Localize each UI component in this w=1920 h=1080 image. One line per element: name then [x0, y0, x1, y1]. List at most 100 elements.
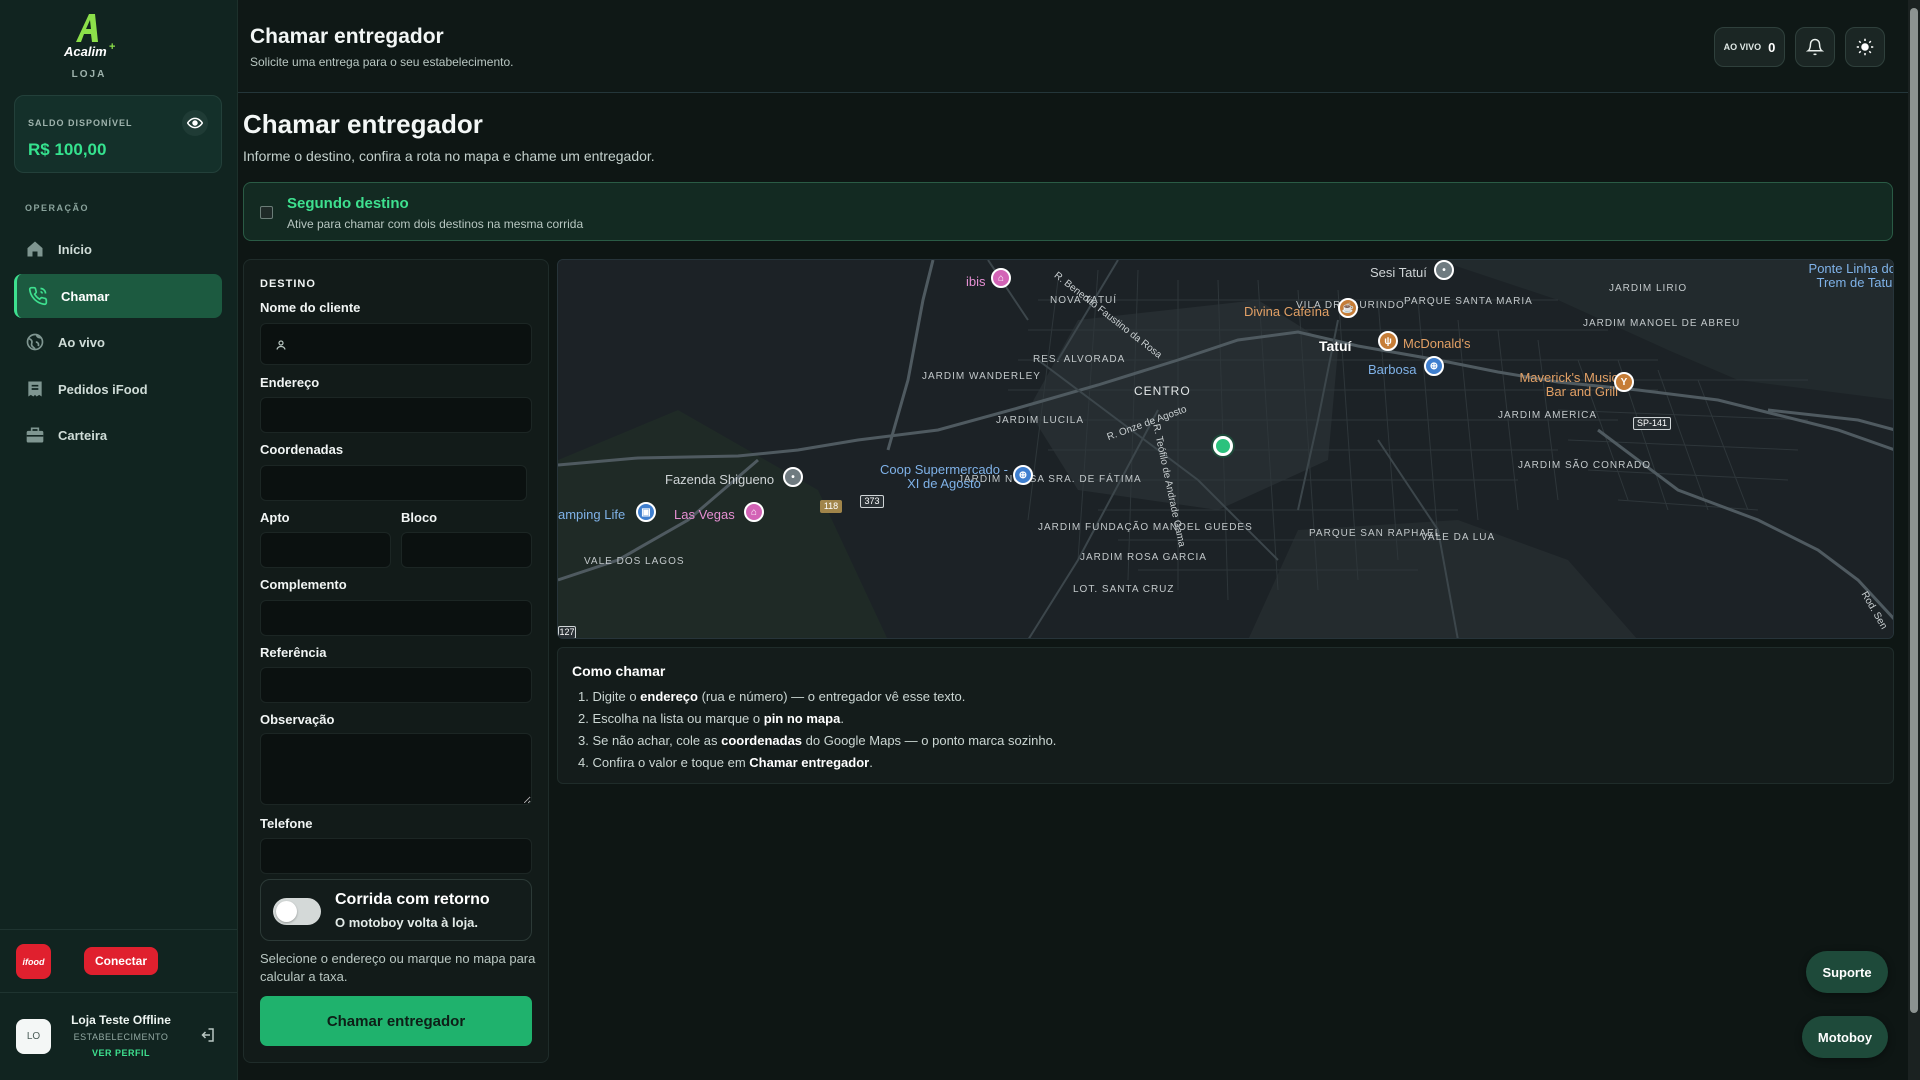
- map-area-label: JARDIM SÃO CONRADO: [1518, 460, 1652, 471]
- motoboy-button[interactable]: Motoboy: [1802, 1016, 1888, 1058]
- step-emphasis: endereço: [640, 689, 698, 704]
- sidebar-item-carteira[interactable]: Carteira: [14, 413, 222, 457]
- step-text: Se não achar, cole as: [592, 733, 722, 748]
- hotel-icon[interactable]: ⌂: [991, 268, 1011, 288]
- poi-label: Sesi Tatuí: [1370, 265, 1427, 280]
- sun-icon[interactable]: [1845, 27, 1885, 67]
- page-title: Chamar entregador: [250, 25, 444, 48]
- step-text: Digite o: [592, 689, 641, 704]
- globe-icon: [24, 331, 46, 353]
- map-pin-icon[interactable]: •: [1434, 260, 1454, 280]
- restaurant-icon[interactable]: ψ: [1378, 331, 1398, 351]
- shopping-cart-icon[interactable]: ⊕: [1424, 356, 1444, 376]
- route-shield: SP-141: [1633, 417, 1671, 430]
- coordinates-input[interactable]: [260, 465, 527, 501]
- sidebar-item-pedidos-ifood[interactable]: Pedidos iFood: [14, 367, 222, 411]
- sidebar-item-label: Ao vivo: [58, 334, 105, 350]
- coffee-icon[interactable]: ☕: [1338, 298, 1358, 318]
- eye-icon[interactable]: [182, 110, 208, 136]
- acalim-logo[interactable]: Acalim +: [62, 12, 122, 62]
- poi-label: McDonald's: [1403, 336, 1471, 351]
- destination-form: DESTINO Nome do cliente Endereço Coorden…: [243, 259, 549, 1063]
- connect-ifood-button[interactable]: Conectar: [84, 947, 158, 975]
- sidebar-divider: [0, 992, 237, 993]
- step-text: (rua e número) — o entregador vê esse te…: [697, 689, 966, 704]
- step-emphasis: coordenadas: [721, 733, 803, 748]
- map-area-label: JARDIM WANDERLEY: [922, 371, 1041, 382]
- map-pin-icon[interactable]: •: [783, 467, 803, 487]
- second-destination-panel[interactable]: Segundo destino Ative para chamar com do…: [243, 182, 1893, 241]
- map-area-label: PARQUE SAN RAPHAEL: [1309, 528, 1442, 539]
- sidebar-item-chamar[interactable]: Chamar: [14, 274, 222, 318]
- block-label: Bloco: [401, 510, 438, 525]
- return-trip-toggle-card[interactable]: Corrida com retorno O motoboy volta à lo…: [260, 879, 532, 941]
- map-area-label: JARDIM FUNDAÇÃO MANOEL GUEDES: [1038, 522, 1252, 533]
- note-textarea[interactable]: [260, 733, 532, 805]
- page-subtitle: Solicite uma entrega para o seu estabele…: [250, 55, 514, 69]
- selected-location-marker[interactable]: [1213, 436, 1233, 456]
- poi-label: Ponte Linha do Trem de Tatuí: [1808, 261, 1894, 290]
- map-area-label: JARDIM MANOEL DE ABREU: [1583, 318, 1741, 329]
- step-text: Confira o valor e toque em: [592, 755, 750, 770]
- shopping-cart-icon[interactable]: ⊕: [1013, 465, 1033, 485]
- view-profile-link[interactable]: VER PERFIL: [60, 1048, 182, 1058]
- lock-icon[interactable]: ▣: [636, 502, 656, 522]
- user-name: Loja Teste Offline: [71, 1013, 171, 1027]
- logo-subtitle: LOJA: [71, 69, 107, 80]
- phone-icon: [27, 285, 49, 307]
- top-header: Chamar entregador Solicite uma entrega p…: [238, 0, 1908, 93]
- map-area-label: VALE DA LUA: [1421, 532, 1496, 543]
- customer-name-input[interactable]: [260, 323, 532, 365]
- route-shield: 373: [860, 495, 884, 508]
- return-trip-toggle[interactable]: [273, 898, 321, 925]
- map-area-label: JARDIM LUCILA: [996, 415, 1085, 426]
- call-courier-button[interactable]: Chamar entregador: [260, 996, 532, 1046]
- bar-icon[interactable]: Y: [1614, 372, 1634, 392]
- balance-card: SALDO DISPONÍVEL R$ 100,00: [14, 95, 222, 173]
- phone-input[interactable]: [260, 838, 532, 874]
- complement-input[interactable]: [260, 600, 532, 636]
- map-area-label: PARQUE SANTA MARIA: [1404, 296, 1533, 307]
- bell-icon[interactable]: [1795, 27, 1835, 67]
- svg-text:Acalim: Acalim: [63, 44, 107, 59]
- toggle-knob: [276, 901, 297, 922]
- user-icon: [275, 338, 287, 356]
- reference-input[interactable]: [260, 667, 532, 703]
- sidebar-item-label: Chamar: [61, 288, 110, 304]
- apt-input[interactable]: [260, 532, 391, 568]
- live-counter-button[interactable]: AO VIVO 0: [1714, 27, 1785, 67]
- poi-label: Divina Cafeína: [1244, 304, 1330, 319]
- balance-value: R$ 100,00: [28, 140, 107, 159]
- address-input[interactable]: [260, 397, 532, 433]
- second-destination-description: Ative para chamar com dois destinos na m…: [287, 217, 584, 231]
- briefcase-icon: [24, 424, 46, 446]
- live-label: AO VIVO: [1723, 42, 1762, 52]
- poi-label: Coop Supermercado - XI de Agosto: [880, 462, 1008, 491]
- scrollbar-thumb[interactable]: [1910, 8, 1918, 1013]
- second-destination-checkbox[interactable]: [260, 206, 273, 219]
- sidebar-item-label: Carteira: [58, 427, 108, 443]
- ifood-logo: ifood: [16, 944, 51, 979]
- sidebar-item-inicio[interactable]: Início: [14, 227, 222, 271]
- support-button[interactable]: Suporte: [1806, 951, 1888, 993]
- map-area-label: JARDIM LIRIO: [1609, 283, 1688, 294]
- map-area-label: JARDIM AMERICA: [1498, 410, 1598, 421]
- return-trip-title: Corrida com retorno: [335, 891, 490, 908]
- block-input[interactable]: [401, 532, 532, 568]
- poi-label: Fazenda Shigueno: [665, 472, 775, 487]
- map-area-label: VALE DOS LAGOS: [584, 556, 685, 567]
- hotel-icon[interactable]: ⌂: [744, 502, 764, 522]
- main-title: Chamar entregador: [243, 109, 483, 139]
- reference-label: Referência: [260, 645, 327, 660]
- step-text: Escolha na lista ou marque o: [592, 711, 764, 726]
- map-area-label: LOT. SANTA CRUZ: [1073, 584, 1175, 595]
- step-text: .: [869, 755, 873, 770]
- route-map[interactable]: NOVA TATUÍ VILA DR LAURINDO PARQUE SANTA…: [557, 259, 1894, 639]
- scrollbar[interactable]: [1908, 0, 1920, 1080]
- avatar[interactable]: LO: [16, 1019, 51, 1054]
- poi-label: amping Life: [558, 507, 626, 522]
- poi-label: Maverick's Music Bar and Grill: [1498, 371, 1618, 399]
- sidebar-item-ao-vivo[interactable]: Ao vivo: [14, 320, 222, 364]
- logout-icon[interactable]: [198, 1026, 218, 1046]
- poi-label: ibis: [966, 274, 986, 289]
